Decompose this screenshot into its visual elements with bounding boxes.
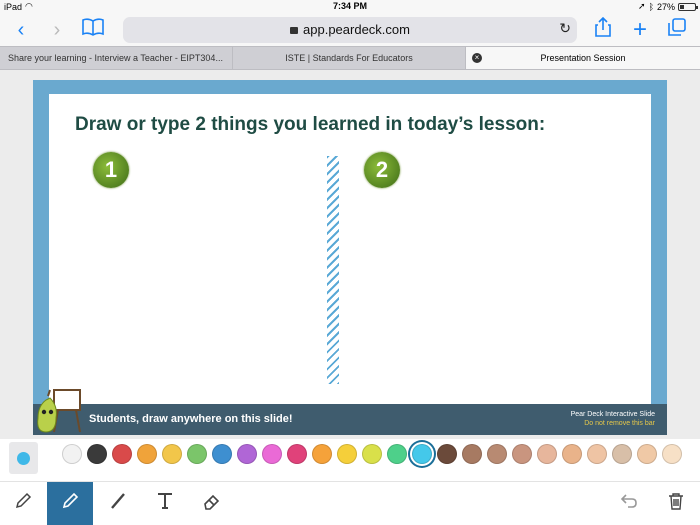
pencil-tool[interactable] — [0, 482, 46, 525]
color-swatch[interactable] — [587, 444, 607, 464]
footer-message: Students, draw anywhere on this slide! — [89, 413, 293, 425]
color-swatch[interactable] — [112, 444, 132, 464]
browser-toolbar: ‹ › app.peardeck.com ↻ + — [0, 13, 700, 46]
color-swatch[interactable] — [262, 444, 282, 464]
forward-button[interactable]: › — [44, 17, 70, 43]
pencil-icon — [15, 492, 32, 509]
battery-percent: 27% — [656, 1, 675, 12]
color-swatches — [62, 444, 682, 464]
color-swatch[interactable] — [387, 444, 407, 464]
color-swatch[interactable] — [487, 444, 507, 464]
color-swatch[interactable] — [287, 444, 307, 464]
back-button[interactable]: ‹ — [8, 17, 34, 43]
text-icon — [158, 493, 172, 509]
line-tool[interactable] — [95, 482, 141, 525]
url-text: app.peardeck.com — [303, 22, 410, 37]
color-swatch[interactable] — [87, 444, 107, 464]
color-swatch[interactable] — [237, 444, 257, 464]
bookmarks-button[interactable] — [80, 17, 106, 43]
color-swatch[interactable] — [437, 444, 457, 464]
address-bar[interactable]: app.peardeck.com ↻ — [123, 17, 577, 43]
undo-tool[interactable] — [606, 482, 652, 525]
color-swatch[interactable] — [62, 444, 82, 464]
line-icon — [111, 493, 125, 509]
bluetooth-icon: ᛒ — [648, 1, 654, 12]
color-swatch[interactable] — [337, 444, 357, 464]
close-tab-icon[interactable]: × — [472, 53, 482, 63]
tabs-button[interactable] — [664, 17, 690, 43]
new-tab-button[interactable]: + — [627, 17, 653, 43]
color-swatch[interactable] — [212, 444, 232, 464]
color-swatch[interactable] — [412, 444, 432, 464]
pear-deck-bar: Students, draw anywhere on this slide! P… — [33, 404, 667, 435]
tabs-icon — [668, 18, 686, 36]
color-swatch[interactable] — [187, 444, 207, 464]
tab-share-learning[interactable]: Share your learning - Interview a Teache… — [0, 47, 233, 69]
share-icon — [595, 16, 611, 37]
trash-icon — [669, 493, 683, 510]
color-swatch[interactable] — [512, 444, 532, 464]
content-area: Draw or type 2 things you learned in tod… — [0, 70, 700, 439]
eraser-tool[interactable] — [189, 482, 235, 525]
current-color-dot — [17, 452, 30, 465]
status-bar: iPad ◠ 7:34 PM ➚ ᛒ 27% — [0, 0, 700, 13]
number-one-badge: 1 — [93, 152, 129, 188]
number-two-badge: 2 — [364, 152, 400, 188]
color-swatch[interactable] — [662, 444, 682, 464]
divider — [327, 156, 339, 384]
tab-iste[interactable]: ISTE | Standards For Educators — [233, 47, 466, 69]
tab-presentation[interactable]: × Presentation Session — [466, 47, 700, 69]
color-swatch[interactable] — [462, 444, 482, 464]
pear-mascot-icon — [37, 389, 81, 433]
drawing-toolbar — [0, 481, 700, 525]
color-swatch[interactable] — [537, 444, 557, 464]
color-swatch[interactable] — [562, 444, 582, 464]
text-tool[interactable] — [142, 482, 188, 525]
undo-icon — [620, 494, 637, 508]
slide-title: Draw or type 2 things you learned in tod… — [75, 114, 546, 135]
color-swatch[interactable] — [612, 444, 632, 464]
color-palette — [0, 439, 700, 481]
clock: 7:34 PM — [332, 1, 367, 11]
slide-canvas[interactable]: Draw or type 2 things you learned in tod… — [49, 94, 651, 404]
location-icon: ➚ — [638, 1, 646, 11]
reload-icon[interactable]: ↻ — [559, 20, 571, 37]
lock-icon — [290, 27, 299, 34]
color-swatch[interactable] — [637, 444, 657, 464]
trash-tool[interactable] — [653, 482, 699, 525]
marker-icon — [62, 492, 79, 509]
battery-icon — [678, 2, 698, 11]
slide-frame: Draw or type 2 things you learned in tod… — [33, 80, 667, 435]
book-icon — [82, 18, 104, 36]
tab-presentation-label: Presentation Session — [540, 53, 626, 63]
brand-warning: Do not remove this bar — [584, 420, 655, 427]
color-swatch[interactable] — [362, 444, 382, 464]
color-swatch[interactable] — [312, 444, 332, 464]
color-swatch[interactable] — [137, 444, 157, 464]
current-color-button[interactable] — [9, 442, 38, 474]
brand-notice: Pear Deck Interactive Slide Do not remov… — [571, 410, 655, 428]
share-button[interactable] — [590, 16, 616, 43]
eraser-icon — [204, 494, 220, 510]
tab-strip: Share your learning - Interview a Teache… — [0, 46, 700, 70]
brand-line: Pear Deck Interactive Slide — [570, 411, 655, 418]
color-swatch[interactable] — [162, 444, 182, 464]
marker-tool[interactable] — [47, 482, 93, 525]
